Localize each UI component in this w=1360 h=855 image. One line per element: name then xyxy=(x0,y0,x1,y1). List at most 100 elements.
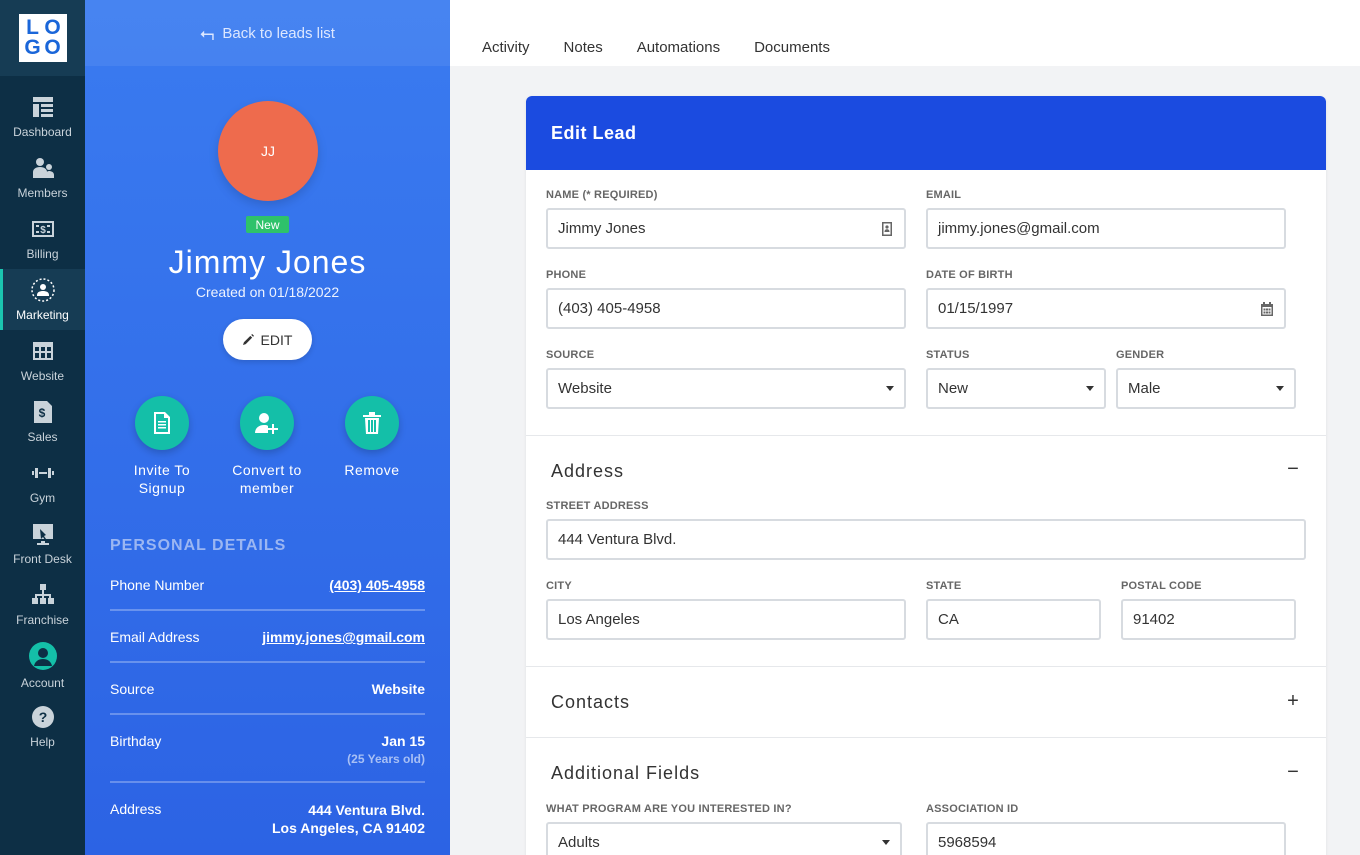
source-select[interactable]: Website xyxy=(546,368,906,409)
address-section-title: Address xyxy=(551,461,625,481)
lead-profile-panel: ⮢ Back to leads list JJ New Jimmy Jones … xyxy=(85,0,450,855)
field-label: EMAIL xyxy=(926,189,962,201)
field-label: NAME (* REQUIRED) xyxy=(546,189,658,201)
nav-item-dashboard[interactable]: Dashboard xyxy=(0,86,85,147)
nav-label: Gym xyxy=(29,490,56,505)
tab-automations[interactable]: Automations xyxy=(637,39,720,66)
gender-select[interactable]: Male xyxy=(1116,368,1296,409)
tab-bar: Activity Notes Automations Documents xyxy=(450,0,1360,66)
caret-down-icon xyxy=(882,840,890,845)
email-input[interactable]: jimmy.jones@gmail.com xyxy=(926,208,1286,249)
nav-label: Account xyxy=(20,675,65,690)
field-label: DATE OF BIRTH xyxy=(926,269,1013,281)
back-to-leads-link[interactable]: ⮢ Back to leads list xyxy=(85,0,450,66)
pencil-icon xyxy=(242,334,254,345)
source-field: SOURCE Website xyxy=(546,349,906,409)
convert-to-member-button[interactable]: Convert to member xyxy=(217,396,317,497)
tab-notes[interactable]: Notes xyxy=(564,39,603,66)
convert-label: Convert to member xyxy=(217,461,317,497)
field-label: STATUS xyxy=(926,349,970,361)
nav-item-account[interactable]: Account xyxy=(0,635,85,696)
nav-item-members[interactable]: Members xyxy=(0,147,85,208)
address-collapse-toggle[interactable]: − xyxy=(1285,458,1301,481)
invite-circle xyxy=(135,396,189,450)
tab-documents[interactable]: Documents xyxy=(754,39,830,66)
input-value: Los Angeles xyxy=(558,611,640,628)
city-input[interactable]: Los Angeles xyxy=(546,599,906,640)
svg-text:$: $ xyxy=(38,406,45,420)
dob-field: DATE OF BIRTH 01/15/1997 xyxy=(926,269,1286,329)
phone-input[interactable]: (403) 405-4958 xyxy=(546,288,906,329)
avatar: JJ xyxy=(218,101,318,201)
additional-fields-section-title: Additional Fields xyxy=(551,763,701,783)
tab-activity[interactable]: Activity xyxy=(482,39,530,66)
field-label: POSTAL CODE xyxy=(1121,580,1202,592)
front-desk-icon xyxy=(32,523,53,545)
nav-item-marketing[interactable]: Marketing xyxy=(0,269,85,330)
gender-field: GENDER Male xyxy=(1116,349,1296,409)
input-value: 5968594 xyxy=(938,834,997,851)
nav-label: Marketing xyxy=(16,307,69,322)
logo-letter: L xyxy=(26,16,39,39)
status-select[interactable]: New xyxy=(926,368,1106,409)
input-value: (403) 405-4958 xyxy=(558,300,661,317)
street-input[interactable]: 444 Ventura Blvd. xyxy=(546,519,1306,560)
back-arrow-icon: ⮢ xyxy=(200,22,215,43)
nav-item-front-desk[interactable]: Front Desk xyxy=(0,513,85,574)
invite-label-line: Signup xyxy=(138,480,186,496)
status-badge: New xyxy=(246,216,289,233)
nav-item-franchise[interactable]: Franchise xyxy=(0,574,85,635)
nav-item-help[interactable]: ? Help xyxy=(0,696,85,757)
nav-item-sales[interactable]: $ Sales xyxy=(0,391,85,452)
dob-input[interactable]: 01/15/1997 xyxy=(926,288,1286,329)
email-link[interactable]: jimmy.jones@gmail.com xyxy=(262,629,425,661)
billing-icon: $ xyxy=(31,220,54,237)
select-value: Website xyxy=(558,380,612,397)
members-icon xyxy=(32,157,54,178)
input-value: 444 Ventura Blvd. xyxy=(558,531,677,548)
created-date: Created on 01/18/2022 xyxy=(195,284,340,300)
nav-label: Members xyxy=(17,185,68,200)
edit-label: EDIT xyxy=(260,331,293,348)
program-select[interactable]: Adults xyxy=(546,822,902,855)
phone-field: PHONE (403) 405-4958 xyxy=(546,269,906,329)
birthday-value: Jan 15 xyxy=(381,733,425,749)
invite-label-line: Invite To xyxy=(133,462,191,478)
remove-button[interactable]: Remove xyxy=(322,396,422,479)
caret-down-icon xyxy=(1276,386,1284,391)
detail-row-address: Address 444 Ventura Blvd. Los Angeles, C… xyxy=(110,783,425,845)
contacts-expand-toggle[interactable]: + xyxy=(1285,690,1301,713)
association-id-field: ASSOCIATION ID 5968594 xyxy=(926,803,1286,855)
logo-letter: O xyxy=(44,16,61,39)
additional-fields-collapse-toggle[interactable]: − xyxy=(1285,761,1301,784)
postal-code-input[interactable]: 91402 xyxy=(1121,599,1296,640)
nav-label: Website xyxy=(20,368,65,383)
nav-item-website[interactable]: Website xyxy=(0,330,85,391)
invite-to-signup-button[interactable]: Invite To Signup xyxy=(112,396,212,497)
input-value: CA xyxy=(938,611,959,628)
logo-letter: O xyxy=(44,36,61,59)
logo[interactable]: L O G O xyxy=(18,14,67,62)
select-value: Male xyxy=(1128,380,1161,397)
calendar-icon[interactable] xyxy=(1260,301,1274,316)
age-value: (25 Years old) xyxy=(347,752,425,766)
remove-label-line: Remove xyxy=(344,462,400,478)
program-field: WHAT PROGRAM ARE YOU INTERESTED IN? Adul… xyxy=(546,803,902,855)
association-id-input[interactable]: 5968594 xyxy=(926,822,1286,855)
field-label: SOURCE xyxy=(546,349,595,361)
help-icon: ? xyxy=(31,705,54,728)
field-label: PHONE xyxy=(546,269,587,281)
edit-button[interactable]: EDIT xyxy=(223,319,312,360)
nav-label: Sales xyxy=(27,429,58,444)
detail-label: Source xyxy=(110,681,155,697)
convert-circle xyxy=(240,396,294,450)
nav-item-billing[interactable]: $ Billing xyxy=(0,208,85,269)
phone-link[interactable]: (403) 405-4958 xyxy=(329,577,425,609)
back-label: Back to leads list xyxy=(222,24,335,42)
state-input[interactable]: CA xyxy=(926,599,1101,640)
address-line: 444 Ventura Blvd. xyxy=(308,802,425,818)
name-input[interactable]: Jimmy Jones xyxy=(546,208,906,249)
sales-icon: $ xyxy=(33,400,52,423)
nav-item-gym[interactable]: Gym xyxy=(0,452,85,513)
document-icon xyxy=(154,412,170,434)
